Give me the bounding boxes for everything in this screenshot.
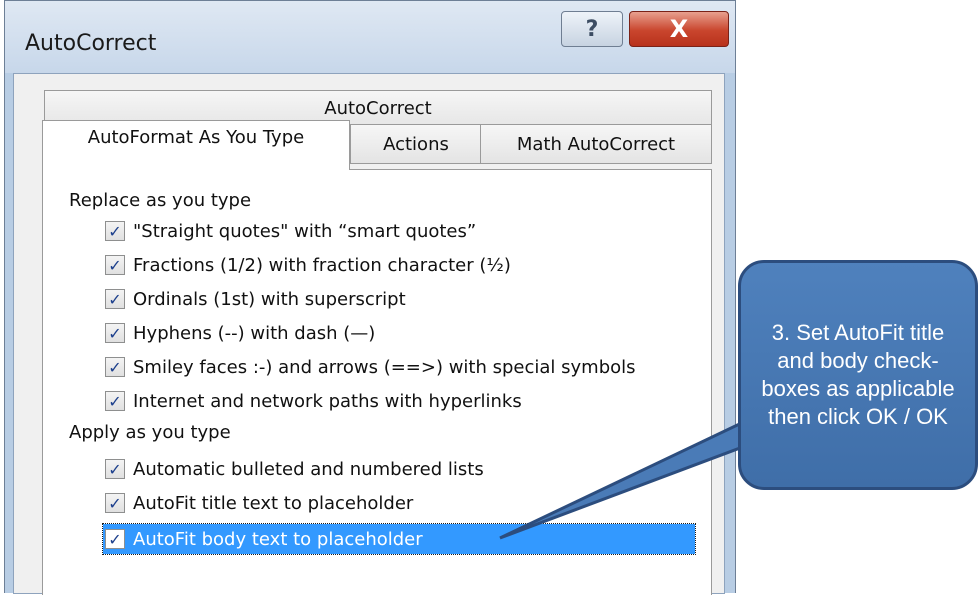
callout-text: 3. Set AutoFit title and body check-boxe… xyxy=(761,320,955,429)
instruction-callout: 3. Set AutoFit title and body check-boxe… xyxy=(738,260,978,490)
